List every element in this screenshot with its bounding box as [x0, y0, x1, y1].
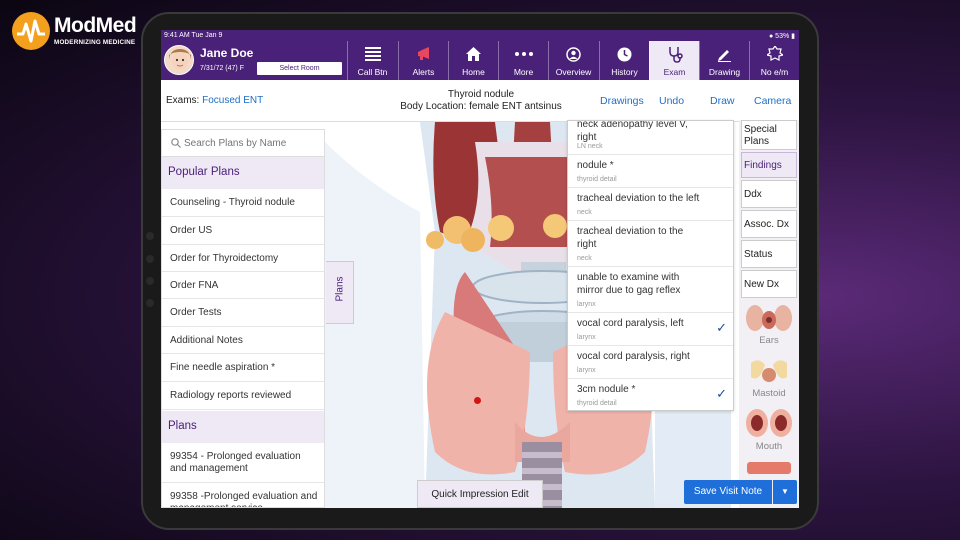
camera-link[interactable]: Camera	[754, 95, 791, 107]
patient-avatar[interactable]	[164, 45, 194, 75]
side-button-dot	[146, 299, 154, 307]
em-icon	[750, 45, 799, 63]
exam-title: Thyroid nodule Body Location: female ENT…	[361, 89, 601, 113]
save-visit-note-button[interactable]: Save Visit Note	[684, 480, 772, 504]
tab-findings[interactable]: Findings	[741, 152, 797, 178]
finding-row[interactable]: nodule * thyroid detail	[568, 155, 733, 188]
select-room-button[interactable]: Select Room	[257, 62, 342, 75]
finding-row[interactable]: vocal cord paralysis, right larynx	[568, 346, 733, 379]
finding-row[interactable]: vocal cord paralysis, left larynx ✓	[568, 313, 733, 346]
finding-row[interactable]: neck adenopathy level V, right LN neck	[568, 121, 733, 155]
nav-history[interactable]: History	[599, 41, 649, 80]
plan-item[interactable]: Order US	[162, 217, 324, 245]
tab-status[interactable]: Status	[741, 240, 797, 268]
right-tab-column: Special Plans Findings Ddx Assoc. Dx Sta…	[739, 120, 799, 508]
popular-plans-header: Popular Plans	[162, 157, 324, 189]
person-icon	[549, 45, 598, 63]
plans-header: Plans	[162, 411, 324, 443]
modmed-logo: ModMed MODERNIZING MEDICINE	[12, 12, 152, 52]
list-icon	[348, 45, 397, 63]
home-icon	[449, 45, 498, 63]
mouth-label: Mouth	[755, 441, 783, 452]
nav-overview[interactable]: Overview	[548, 41, 598, 80]
mastoid-thumbnail[interactable]	[745, 355, 793, 387]
body-location: Body Location: female ENT antsinus	[400, 101, 562, 112]
plan-item[interactable]: Fine needle aspiration *	[162, 354, 324, 382]
side-button-dot	[146, 232, 154, 240]
drawings-link[interactable]: Drawings	[600, 95, 644, 107]
checkmark-icon: ✓	[716, 320, 727, 335]
exams-selector[interactable]: Exams: Focused ENT	[166, 95, 263, 106]
status-battery: ● 53% ▮	[768, 33, 795, 40]
app-screen: 9:41 AM Tue Jan 9 ● 53% ▮ Jane Doe 7/31/…	[161, 30, 799, 508]
findings-list: neck adenopathy level V, right LN neck n…	[567, 120, 734, 411]
exams-value-link[interactable]: Focused ENT	[202, 95, 263, 106]
finding-row[interactable]: tracheal deviation to the left neck	[568, 188, 733, 221]
finding-row[interactable]: 3cm nodule * thyroid detail ✓	[568, 379, 733, 410]
plan-item[interactable]: 99358 -Prolonged evaluation and manageme…	[162, 483, 324, 507]
side-button-dot	[146, 277, 154, 285]
plan-item[interactable]: Order FNA	[162, 272, 324, 299]
additional-thumbnail[interactable]	[745, 460, 793, 474]
plans-search-input[interactable]	[184, 135, 319, 152]
nav-drawing[interactable]: Drawing	[699, 41, 749, 80]
status-time: 9:41 AM Tue Jan 9	[164, 32, 223, 39]
plan-item[interactable]: Counseling - Thyroid nodule	[162, 189, 324, 217]
more-icon	[499, 45, 548, 63]
nav-call-btn[interactable]: Call Btn	[347, 41, 397, 80]
quick-impression-edit-button[interactable]: Quick Impression Edit	[417, 480, 543, 508]
plan-item[interactable]: 99354 - Prolonged evaluation and managem…	[162, 443, 324, 483]
finding-marker-pin[interactable]	[474, 397, 481, 404]
undo-link[interactable]: Undo	[659, 95, 684, 107]
status-bar: 9:41 AM Tue Jan 9 ● 53% ▮	[161, 30, 799, 41]
plans-panel: Popular Plans Counseling - Thyroid nodul…	[161, 129, 325, 508]
logo-tagline: MODERNIZING MEDICINE	[54, 39, 136, 46]
nav-exam[interactable]: Exam	[649, 41, 699, 80]
patient-dob: 7/31/72 (47) F	[200, 65, 244, 72]
search-icon	[171, 138, 181, 148]
exam-subheader: Exams: Focused ENT Thyroid nodule Body L…	[161, 80, 799, 122]
battery-icon: ▮	[791, 33, 795, 40]
save-options-dropdown[interactable]: ▼	[773, 480, 797, 504]
top-navbar: Jane Doe 7/31/72 (47) F Select Room Call…	[161, 41, 799, 80]
nav-more[interactable]: More	[498, 41, 548, 80]
checkmark-icon: ✓	[716, 386, 727, 401]
clock-icon	[600, 45, 649, 63]
plans-drawer-tab[interactable]: Plans	[326, 261, 354, 324]
tab-special-plans[interactable]: Special Plans	[741, 120, 797, 150]
draw-link[interactable]: Draw	[710, 95, 735, 107]
finding-row[interactable]: tracheal deviation to the right neck	[568, 221, 733, 267]
finding-row[interactable]: unable to examine with mirror due to gag…	[568, 267, 733, 313]
nav-no-em[interactable]: No e/m	[749, 41, 799, 80]
tab-ddx[interactable]: Ddx	[741, 180, 797, 208]
mastoid-label: Mastoid	[752, 388, 786, 399]
tab-new-dx[interactable]: New Dx	[741, 270, 797, 298]
plan-item[interactable]: Additional Notes	[162, 327, 324, 354]
plan-item[interactable]: Radiology reports reviewed	[162, 382, 324, 410]
plans-search-bar	[162, 130, 324, 157]
nav-alerts[interactable]: Alerts	[398, 41, 448, 80]
ears-thumbnail[interactable]	[745, 302, 793, 334]
stethoscope-icon	[650, 45, 699, 63]
pencil-icon	[700, 45, 749, 63]
plan-item[interactable]: Order for Thyroidectomy	[162, 245, 324, 272]
logo-name: ModMed	[54, 14, 137, 37]
patient-name[interactable]: Jane Doe	[200, 46, 253, 60]
tab-assoc-dx[interactable]: Assoc. Dx	[741, 210, 797, 238]
ears-label: Ears	[759, 335, 779, 346]
mouth-thumbnail[interactable]	[745, 407, 793, 439]
nav-home[interactable]: Home	[448, 41, 498, 80]
wifi-icon: ●	[768, 33, 774, 40]
plan-item[interactable]: Order Tests	[162, 299, 324, 327]
chevron-down-icon: ▼	[781, 487, 789, 496]
megaphone-icon	[399, 45, 448, 63]
side-button-dot	[146, 255, 154, 263]
logo-mark-icon	[12, 12, 50, 50]
